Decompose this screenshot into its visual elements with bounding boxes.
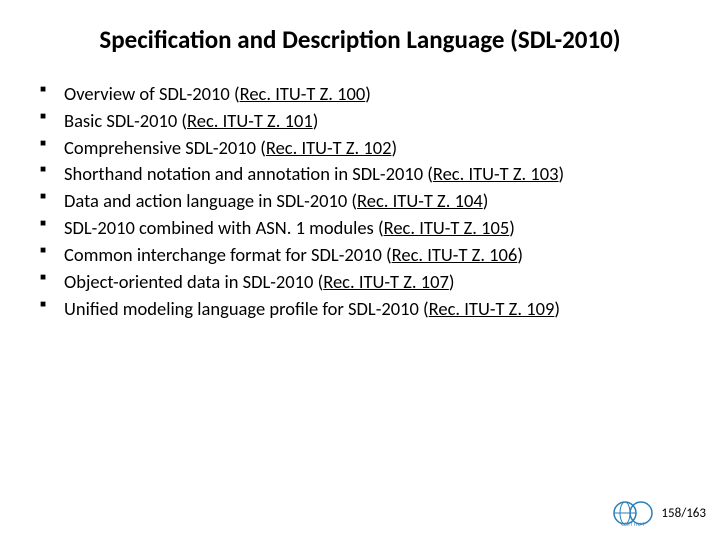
item-text: Data and action language in SDL-2010 ( (64, 189, 357, 212)
item-text: Basic SDL-2010 ( (64, 109, 187, 132)
bullet-list: Overview of SDL-2010 (Rec. ITU-T Z. 100)… (38, 81, 680, 322)
item-text: Shorthand notation and annotation in SDL… (64, 162, 433, 185)
page-total: 163 (686, 506, 706, 521)
item-tail: ) (483, 189, 489, 212)
item-tail: ) (559, 162, 565, 185)
item-tail: ) (313, 109, 319, 132)
item-ref-link[interactable]: Rec. ITU-T Z. 103 (433, 162, 559, 185)
slide-title: Specification and Description Language (… (0, 0, 720, 63)
itu-logo-icon: CCITT ITU-T (611, 498, 655, 528)
item-tail: ) (365, 82, 371, 105)
list-item: Shorthand notation and annotation in SDL… (38, 161, 680, 188)
list-item: SDL-2010 combined with ASN. 1 modules (R… (38, 215, 680, 242)
list-item: Basic SDL-2010 (Rec. ITU-T Z. 101) (38, 108, 680, 135)
item-ref-link[interactable]: Rec. ITU-T Z. 100 (240, 82, 366, 105)
item-tail: ) (509, 216, 515, 239)
item-tail: ) (517, 243, 523, 266)
svg-text:CCITT ITU-T: CCITT ITU-T (622, 522, 646, 528)
item-text: Object-oriented data in SDL-2010 ( (64, 270, 323, 293)
item-tail: ) (449, 270, 455, 293)
item-tail: ) (392, 136, 398, 159)
item-text: Common interchange format for SDL-2010 ( (64, 243, 392, 266)
list-item: Overview of SDL-2010 (Rec. ITU-T Z. 100) (38, 81, 680, 108)
item-text: Comprehensive SDL-2010 ( (64, 136, 266, 159)
item-tail: ) (554, 297, 560, 320)
list-item: Common interchange format for SDL-2010 (… (38, 242, 680, 269)
page-current: 158 (661, 506, 681, 521)
item-text: SDL-2010 combined with ASN. 1 modules ( (64, 216, 384, 239)
list-item: Data and action language in SDL-2010 (Re… (38, 188, 680, 215)
list-item: Unified modeling language profile for SD… (38, 296, 680, 323)
list-item: Object-oriented data in SDL-2010 (Rec. I… (38, 269, 680, 296)
slide-footer: CCITT ITU-T 158/163 (611, 498, 706, 528)
item-text: Unified modeling language profile for SD… (64, 297, 429, 320)
item-ref-link[interactable]: Rec. ITU-T Z. 105 (384, 216, 510, 239)
item-ref-link[interactable]: Rec. ITU-T Z. 104 (357, 189, 483, 212)
item-ref-link[interactable]: Rec. ITU-T Z. 106 (392, 243, 518, 266)
item-text: Overview of SDL-2010 ( (64, 82, 240, 105)
item-ref-link[interactable]: Rec. ITU-T Z. 109 (429, 297, 555, 320)
list-item: Comprehensive SDL-2010 (Rec. ITU-T Z. 10… (38, 135, 680, 162)
item-ref-link[interactable]: Rec. ITU-T Z. 102 (266, 136, 392, 159)
slide-body: Overview of SDL-2010 (Rec. ITU-T Z. 100)… (0, 63, 720, 322)
item-ref-link[interactable]: Rec. ITU-T Z. 107 (323, 270, 449, 293)
item-ref-link[interactable]: Rec. ITU-T Z. 101 (187, 109, 313, 132)
page-number: 158/163 (661, 506, 706, 521)
